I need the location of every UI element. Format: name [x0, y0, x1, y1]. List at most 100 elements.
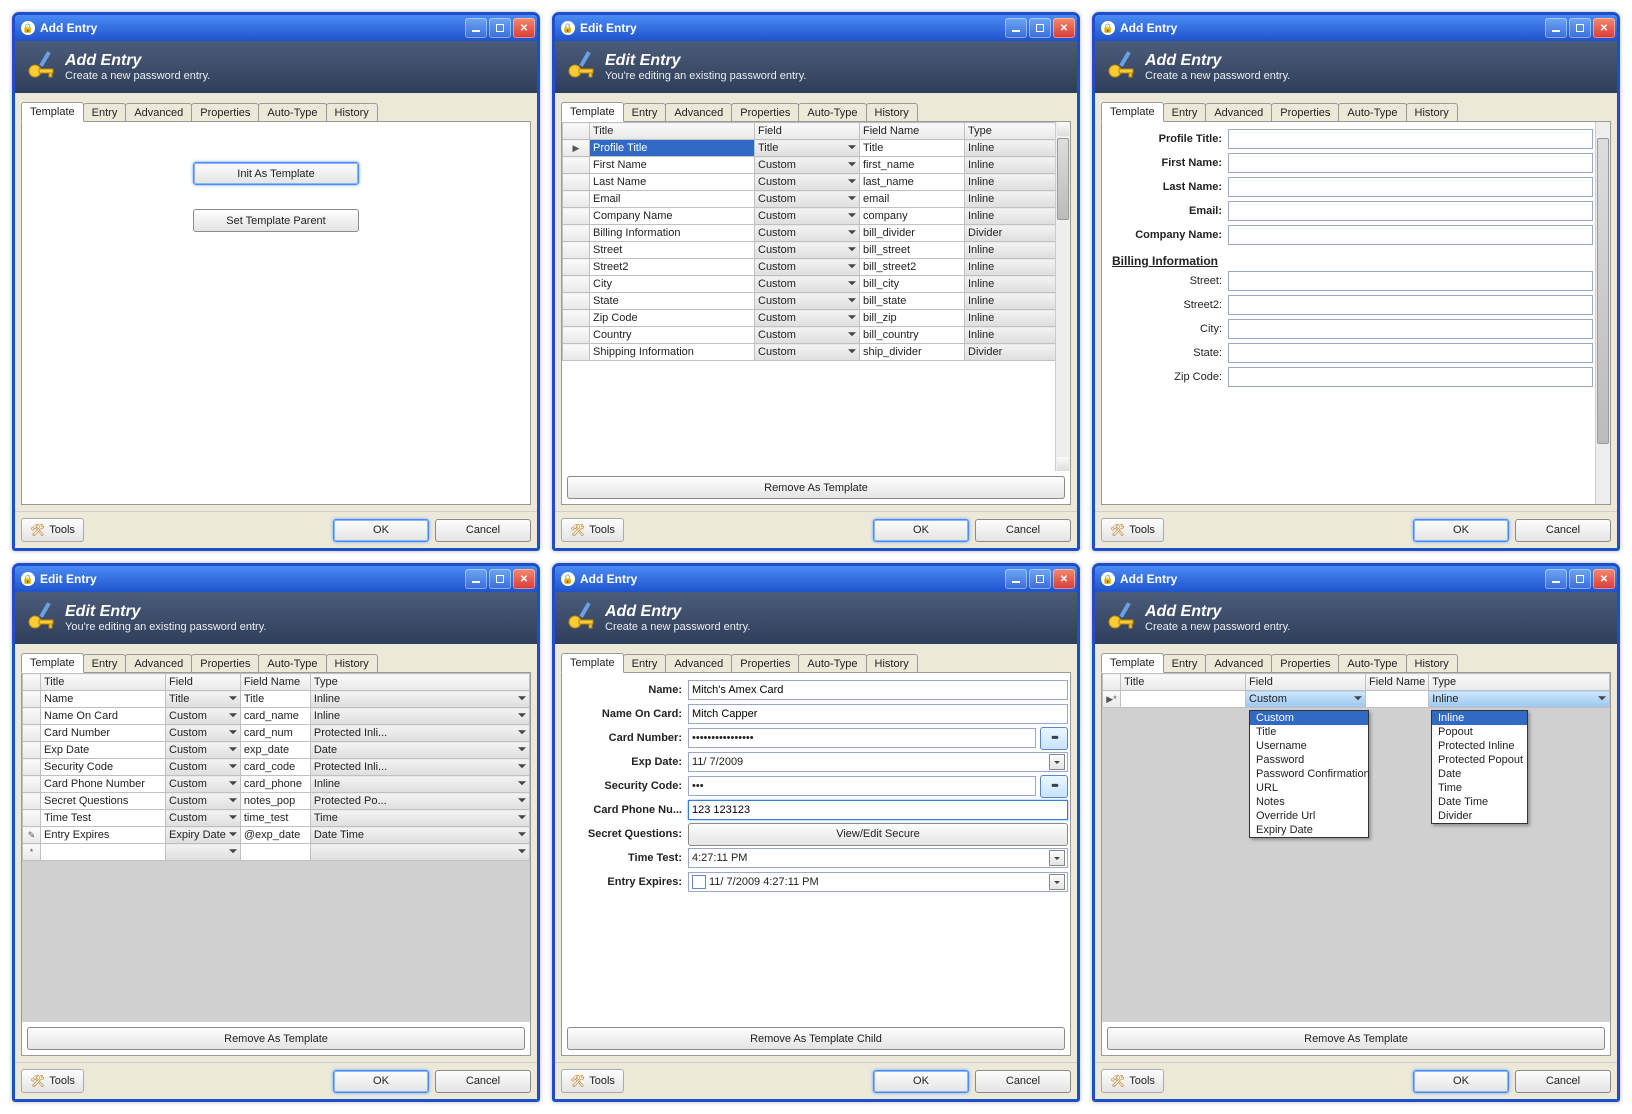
cell-type-dropdown[interactable]: Date Time — [310, 827, 529, 844]
tab-entry[interactable]: Entry — [1163, 654, 1207, 673]
tab-properties[interactable]: Properties — [191, 654, 259, 673]
maximize-button[interactable] — [1029, 18, 1051, 38]
cell-field-name[interactable]: bill_zip — [860, 310, 965, 327]
cell-field-dropdown[interactable]: Custom — [755, 225, 860, 242]
text-input[interactable] — [688, 680, 1068, 700]
dropdown-option[interactable]: Custom — [1250, 711, 1368, 725]
tools-button[interactable]: 🛠Tools — [561, 1069, 624, 1093]
maximize-button[interactable] — [489, 18, 511, 38]
tools-button[interactable]: 🛠Tools — [1101, 1069, 1164, 1093]
cell-field-name[interactable]: ship_divider — [860, 344, 965, 361]
cell-field-name[interactable]: bill_city — [860, 276, 965, 293]
cell-field-name[interactable]: notes_pop — [240, 793, 310, 810]
cell-field-name[interactable]: last_name — [860, 174, 965, 191]
cancel-button[interactable]: Cancel — [1515, 519, 1611, 542]
remove-as-template-button[interactable]: Remove As Template — [1107, 1027, 1605, 1050]
minimize-button[interactable] — [1545, 569, 1567, 589]
tab-properties[interactable]: Properties — [731, 103, 799, 122]
cell-type-dropdown[interactable]: Inline — [310, 708, 529, 725]
col-field-name[interactable]: Field Name — [1366, 674, 1429, 691]
cell-field-dropdown[interactable]: Custom — [166, 742, 241, 759]
minimize-button[interactable] — [1005, 18, 1027, 38]
tab-advanced[interactable]: Advanced — [665, 103, 732, 122]
col-title[interactable]: Title — [1121, 674, 1246, 691]
tab-advanced[interactable]: Advanced — [1205, 103, 1272, 122]
cell-field-name[interactable]: company — [860, 208, 965, 225]
vertical-scrollbar[interactable] — [1595, 122, 1610, 504]
cell-title[interactable]: Last Name — [590, 174, 755, 191]
cell-field-dropdown[interactable]: Custom — [755, 174, 860, 191]
vertical-scrollbar[interactable] — [1055, 122, 1070, 471]
table-row[interactable]: Security CodeCustomcard_codeProtected In… — [23, 759, 530, 776]
cell-field-name[interactable]: card_name — [240, 708, 310, 725]
cell-title[interactable]: Secret Questions — [41, 793, 166, 810]
cell-type-dropdown[interactable]: Inline — [965, 208, 1070, 225]
cell-title[interactable]: First Name — [590, 157, 755, 174]
tab-properties[interactable]: Properties — [1271, 103, 1339, 122]
ok-button[interactable]: OK — [333, 519, 429, 542]
text-input[interactable] — [1228, 367, 1593, 387]
minimize-button[interactable] — [465, 569, 487, 589]
minimize-button[interactable] — [1545, 18, 1567, 38]
cell-title[interactable]: Exp Date — [41, 742, 166, 759]
cell-type-dropdown[interactable]: Inline — [965, 157, 1070, 174]
tab-entry[interactable]: Entry — [623, 654, 667, 673]
dropdown-option[interactable]: Protected Popout — [1432, 753, 1527, 767]
dropdown-option[interactable]: Override Url — [1250, 809, 1368, 823]
cell-field-dropdown[interactable]: Custom — [166, 725, 241, 742]
tools-button[interactable]: 🛠Tools — [21, 518, 84, 542]
tab-template[interactable]: Template — [561, 653, 624, 673]
date-input[interactable]: 11/ 7/2009 — [688, 752, 1068, 772]
col-type[interactable]: Type — [965, 123, 1070, 140]
cell-type-dropdown[interactable]: Inline — [310, 691, 529, 708]
tab-properties[interactable]: Properties — [731, 654, 799, 673]
cell-field-name[interactable]: exp_date — [240, 742, 310, 759]
reveal-button[interactable]: ••• — [1040, 727, 1068, 750]
cell-type-dropdown[interactable]: Divider — [965, 225, 1070, 242]
tab-entry[interactable]: Entry — [83, 103, 127, 122]
cell-type-dropdown[interactable]: Time — [310, 810, 529, 827]
dropdown-option[interactable]: Inline — [1432, 711, 1527, 725]
tab-template[interactable]: Template — [21, 653, 84, 673]
cell-field-name[interactable]: @exp_date — [240, 827, 310, 844]
cell-title[interactable]: Card Phone Number — [41, 776, 166, 793]
tab-autotype[interactable]: Auto-Type — [798, 654, 866, 673]
tab-autotype[interactable]: Auto-Type — [258, 654, 326, 673]
calendar-dropdown-icon[interactable] — [1049, 874, 1065, 890]
close-button[interactable] — [1593, 569, 1615, 589]
close-button[interactable] — [513, 18, 535, 38]
cell-field-name[interactable]: bill_street2 — [860, 259, 965, 276]
maximize-button[interactable] — [1569, 569, 1591, 589]
text-input[interactable] — [1228, 153, 1593, 173]
cancel-button[interactable]: Cancel — [435, 1070, 531, 1093]
tab-template[interactable]: Template — [561, 102, 624, 122]
cell-field-dropdown[interactable]: Custom — [755, 310, 860, 327]
cell-type-dropdown[interactable]: Inline — [965, 310, 1070, 327]
text-input[interactable] — [688, 704, 1068, 724]
tab-history[interactable]: History — [866, 103, 918, 122]
table-row[interactable]: StateCustombill_stateInline — [563, 293, 1070, 310]
dropdown-option[interactable]: Notes — [1250, 795, 1368, 809]
tab-entry[interactable]: Entry — [623, 103, 667, 122]
close-button[interactable] — [513, 569, 535, 589]
table-row[interactable]: Last NameCustomlast_nameInline — [563, 174, 1070, 191]
cell-field-dropdown[interactable]: Custom — [166, 776, 241, 793]
cell-title[interactable]: Time Test — [41, 810, 166, 827]
tab-history[interactable]: History — [326, 103, 378, 122]
text-input[interactable] — [1228, 319, 1593, 339]
cell-title[interactable]: Security Code — [41, 759, 166, 776]
tab-autotype[interactable]: Auto-Type — [1338, 654, 1406, 673]
cell-field-dropdown[interactable]: Custom — [166, 810, 241, 827]
cell-type-dropdown[interactable]: Inline — [965, 276, 1070, 293]
table-row[interactable]: Time TestCustomtime_testTime — [23, 810, 530, 827]
cell-field-dropdown[interactable]: Custom — [755, 276, 860, 293]
tab-advanced[interactable]: Advanced — [665, 654, 732, 673]
col-type[interactable]: Type — [1429, 674, 1610, 691]
tab-autotype[interactable]: Auto-Type — [798, 103, 866, 122]
titlebar[interactable]: 🔒 Add Entry — [1095, 15, 1617, 41]
close-button[interactable] — [1053, 569, 1075, 589]
dropdown-option[interactable]: Password Confirmation — [1250, 767, 1368, 781]
reveal-button[interactable]: ••• — [1040, 775, 1068, 798]
cell-field-name[interactable]: email — [860, 191, 965, 208]
text-input[interactable] — [1228, 177, 1593, 197]
